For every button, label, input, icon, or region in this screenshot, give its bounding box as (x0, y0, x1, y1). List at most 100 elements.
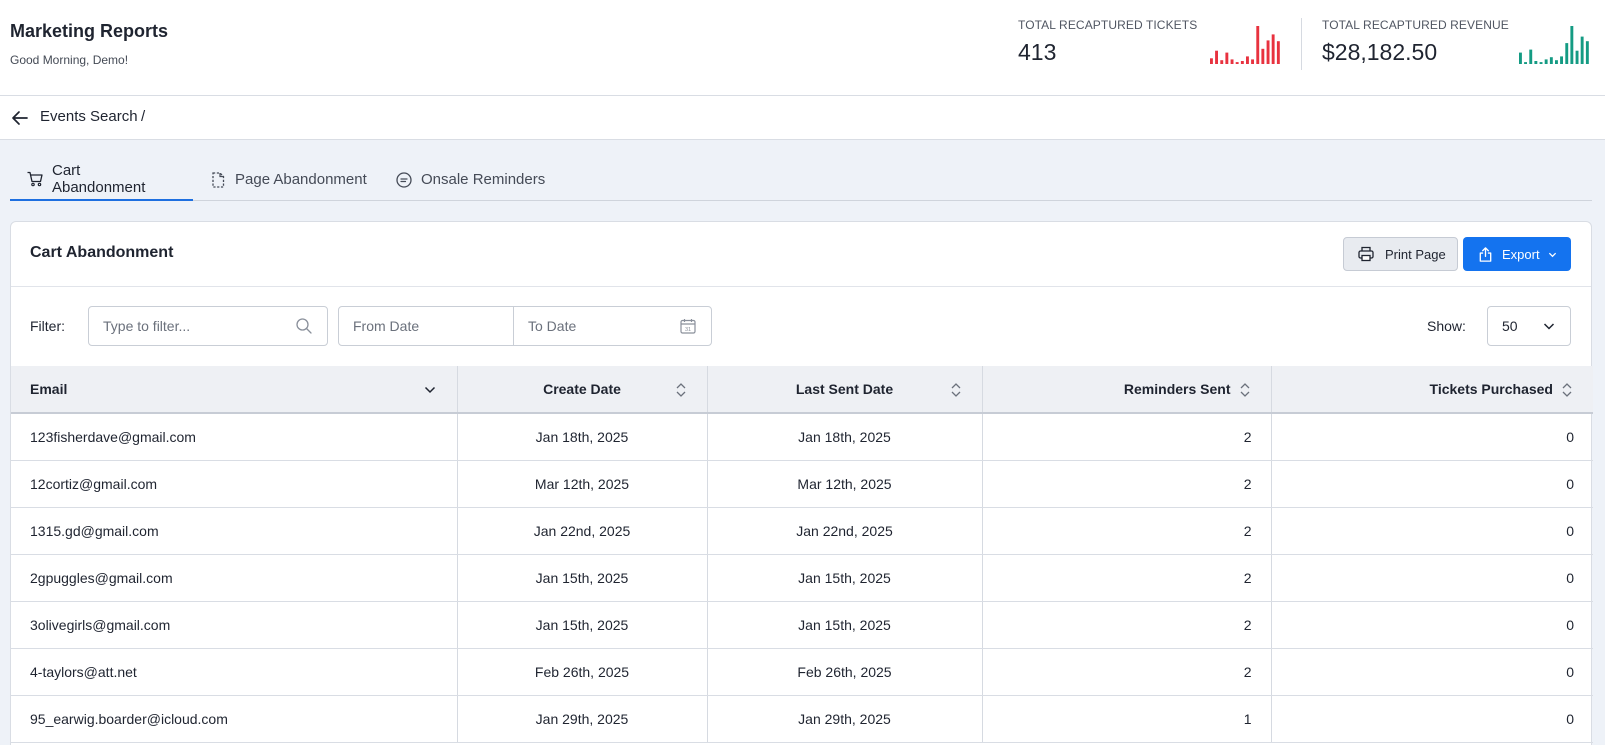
cell-email: 95_earwig.boarder@icloud.com (11, 695, 458, 743)
greeting-text: Good Morning, Demo! (10, 53, 129, 67)
sparkline-bar (1570, 26, 1574, 64)
cell-reminders-sent: 2 (982, 554, 1272, 602)
column-header-last-sent-date[interactable]: Last Sent Date (707, 366, 983, 414)
export-label: Export (1502, 246, 1540, 262)
cell-email: 4-taylors@att.net (11, 648, 458, 696)
cell-email: 3olivegirls@gmail.com (11, 601, 458, 649)
column-label: Last Sent Date (795, 381, 894, 397)
sparkline-bar (1225, 52, 1229, 64)
table-row[interactable]: 95_earwig.boarder@icloud.com Jan 29th, 2… (11, 695, 1593, 743)
tab-label: Page Abandonment (235, 171, 367, 188)
tab-onsale-reminders[interactable]: Onsale Reminders (379, 158, 561, 201)
cell-tickets-purchased: 0 (1271, 460, 1593, 508)
cell-last-sent-date: Jan 15th, 2025 (707, 554, 983, 602)
page-icon (212, 171, 225, 188)
stat-recaptured-tickets: TOTAL RECAPTURED TICKETS 413 (1018, 18, 1197, 66)
sparkline-bar (1261, 48, 1265, 64)
chat-icon (396, 171, 412, 188)
cell-create-date: Jan 22nd, 2025 (457, 507, 708, 555)
sparkline-bar (1230, 59, 1234, 64)
svg-text:31: 31 (685, 327, 691, 333)
divider (11, 286, 1591, 287)
sparkline-bar (1565, 43, 1569, 64)
chevron-down-icon (424, 386, 435, 394)
cell-reminders-sent: 2 (982, 460, 1272, 508)
cell-email: 12cortiz@gmail.com (11, 460, 458, 508)
filter-field[interactable] (88, 306, 328, 346)
cell-reminders-sent: 2 (982, 507, 1272, 555)
stat-divider (1301, 18, 1302, 70)
filter-label: Filter: (30, 318, 65, 334)
cell-create-date: Feb 26th, 2025 (457, 648, 708, 696)
page-title: Marketing Reports (10, 21, 169, 41)
date-divider (513, 307, 514, 345)
table-row[interactable]: 2gpuggles@gmail.com Jan 15th, 2025 Jan 1… (11, 554, 1593, 602)
cell-last-sent-date: Feb 26th, 2025 (707, 648, 983, 696)
filter-input[interactable] (103, 318, 295, 334)
print-label: Print Page (1385, 246, 1446, 262)
sparkline-bar (1534, 61, 1538, 64)
arrow-left-icon[interactable] (10, 108, 30, 128)
table-row[interactable]: 3olivegirls@gmail.com Jan 15th, 2025 Jan… (11, 601, 1593, 649)
table-row[interactable]: 12cortiz@gmail.com Mar 12th, 2025 Mar 12… (11, 460, 1593, 508)
column-header-create-date[interactable]: Create Date (457, 366, 708, 414)
column-header-email[interactable]: Email (11, 366, 458, 414)
report-tabs: Cart Abandonment Page Abandonment Onsale… (10, 158, 1592, 201)
table-row[interactable]: 4-taylors@att.net Feb 26th, 2025 Feb 26t… (11, 648, 1593, 696)
column-label: Email (30, 381, 68, 397)
sparkline-bar (1539, 62, 1543, 64)
cell-create-date: Jan 15th, 2025 (457, 601, 708, 649)
sparkline-bar (1220, 60, 1224, 64)
column-header-reminders-sent[interactable]: Reminders Sent (982, 366, 1272, 414)
cell-email: 2gpuggles@gmail.com (11, 554, 458, 602)
sparkline-bar (1251, 59, 1254, 64)
table-header-row: Email Create Date Last Sent Date Reminde… (11, 366, 1593, 414)
cell-email: 123fisherdave@gmail.com (11, 413, 458, 461)
cart-abandonment-table: Email Create Date Last Sent Date Reminde… (11, 366, 1593, 743)
cell-tickets-purchased: 0 (1271, 507, 1593, 555)
cell-reminders-sent: 1 (982, 695, 1272, 743)
sparkline-bar (1246, 56, 1249, 64)
tab-cart-abandonment[interactable]: Cart Abandonment (10, 158, 193, 201)
stat-value: $28,182.50 (1322, 39, 1438, 65)
breadcrumb: Events Search / (0, 96, 1605, 140)
tab-page-abandonment[interactable]: Page Abandonment (193, 158, 383, 201)
calendar-icon[interactable]: 31 (679, 317, 697, 335)
to-date-input[interactable]: To Date (528, 318, 576, 334)
sparkline-bar (1215, 50, 1218, 64)
stat-value: 413 (1018, 39, 1057, 65)
table-row[interactable]: 1315.gd@gmail.com Jan 22nd, 2025 Jan 22n… (11, 507, 1593, 555)
cell-reminders-sent: 2 (982, 648, 1272, 696)
panel-title: Cart Abandonment (30, 244, 174, 261)
sparkline-bar (1560, 56, 1563, 64)
export-button[interactable]: Export (1463, 237, 1571, 271)
sparkline-bar (1549, 57, 1553, 64)
column-label: Tickets Purchased (1429, 381, 1553, 397)
page-size-value: 50 (1502, 318, 1518, 334)
sparkline-bar (1266, 40, 1270, 64)
sort-icon (676, 383, 685, 397)
column-label: Reminders Sent (1123, 381, 1231, 397)
cell-tickets-purchased: 0 (1271, 554, 1593, 602)
sparkline-bar (1575, 50, 1579, 64)
cell-create-date: Jan 18th, 2025 (457, 413, 708, 461)
breadcrumb-events-search[interactable]: Events Search (40, 108, 138, 125)
chevron-down-icon (1548, 252, 1556, 257)
cell-tickets-purchased: 0 (1271, 695, 1593, 743)
print-page-button[interactable]: Print Page (1343, 237, 1458, 271)
page-size-select[interactable]: 50 (1487, 306, 1571, 346)
tab-label: Cart Abandonment (51, 161, 146, 196)
sparkline-bar (1555, 60, 1558, 64)
cell-last-sent-date: Jan 18th, 2025 (707, 413, 983, 461)
sparkline-bar (1276, 41, 1280, 64)
cell-last-sent-date: Jan 15th, 2025 (707, 601, 983, 649)
sparkline-bar (1256, 26, 1260, 64)
sparkline-bar (1519, 52, 1522, 64)
stat-recaptured-revenue: TOTAL RECAPTURED REVENUE $28,182.50 (1322, 18, 1509, 66)
cell-email: 1315.gd@gmail.com (11, 507, 458, 555)
column-header-tickets-purchased[interactable]: Tickets Purchased (1271, 366, 1593, 414)
from-date-input[interactable]: From Date (353, 318, 419, 334)
date-range-picker[interactable]: From Date To Date 31 (338, 306, 712, 346)
table-row[interactable]: 123fisherdave@gmail.com Jan 18th, 2025 J… (11, 413, 1593, 461)
sparkline-bar (1210, 58, 1213, 64)
